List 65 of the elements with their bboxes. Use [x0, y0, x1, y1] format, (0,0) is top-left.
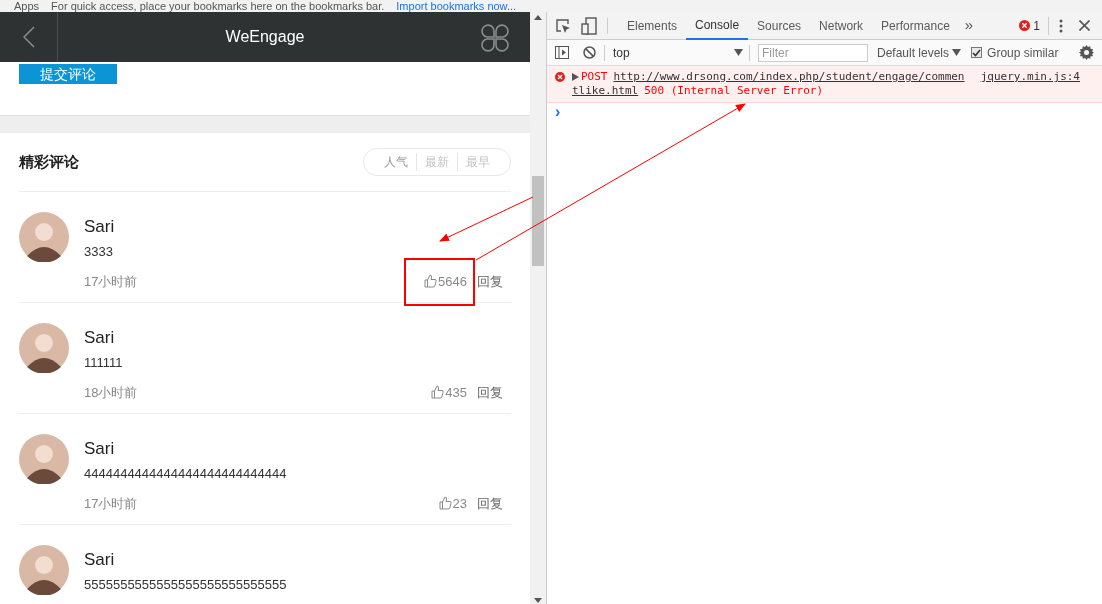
comment-author: Sari	[84, 216, 116, 238]
group-similar-checkbox[interactable]	[971, 47, 983, 58]
scrollbar[interactable]	[530, 12, 546, 604]
comment-text: 4444444444444444444444444444	[84, 465, 288, 483]
levels-dropdown[interactable]: Default levels	[877, 43, 962, 62]
section-title: 精彩评论	[19, 151, 79, 172]
reply-link[interactable]: 回复	[477, 493, 503, 513]
dropdown-caret-icon	[952, 49, 962, 56]
page-title: WeEngage	[225, 27, 305, 47]
comment-time: 17小时前	[84, 272, 139, 291]
close-icon[interactable]	[1079, 20, 1090, 31]
import-bookmarks-link[interactable]: Import bookmarks now...	[396, 0, 517, 12]
devtools-tab[interactable]: Performance	[872, 11, 959, 40]
reply-link[interactable]: 回复	[477, 271, 503, 291]
clear-console-icon[interactable]	[583, 46, 596, 59]
request-url-link[interactable]: http://www.drsong.com/index.php/student/engage/commen	[613, 70, 965, 84]
reply-link[interactable]: 回复	[477, 382, 503, 402]
comment-time: 17小时前	[84, 494, 139, 513]
devtools-tab[interactable]: Sources	[748, 11, 811, 40]
submit-comment-button[interactable]: 提交评论	[19, 64, 117, 84]
avatar	[19, 434, 69, 484]
scroll-down-icon[interactable]	[534, 598, 542, 603]
like-count: 23	[452, 494, 467, 513]
back-icon[interactable]	[22, 26, 35, 48]
thumbs-up-icon[interactable]	[424, 274, 438, 289]
inspect-icon[interactable]	[555, 17, 571, 34]
devtools-tab[interactable]: Network	[810, 11, 873, 40]
error-count[interactable]: 1	[1033, 16, 1040, 35]
apps-label[interactable]: Apps	[14, 0, 40, 12]
context-selector[interactable]: top	[613, 43, 749, 62]
comment-time: 18小时前	[84, 383, 139, 402]
comment-text: 3333	[84, 243, 114, 261]
more-tabs-button[interactable]: »	[958, 14, 980, 37]
avatar	[19, 323, 69, 373]
thumbs-up-icon[interactable]	[438, 496, 452, 511]
dropdown-caret-icon	[734, 49, 743, 56]
request-url-link[interactable]: tlike.html	[572, 84, 639, 98]
scrollbar-thumb[interactable]	[532, 176, 544, 266]
error-icon	[1019, 20, 1031, 31]
avatar	[19, 212, 69, 262]
comment-author: Sari	[84, 438, 116, 460]
comment-author: Sari	[84, 327, 116, 349]
source-link[interactable]: jquery.min.js:4	[980, 70, 1080, 84]
device-toolbar-icon[interactable]	[581, 16, 597, 35]
comment-text: 5555555555555555555555555555	[84, 576, 288, 594]
sidebar-toggle-icon[interactable]	[555, 46, 569, 59]
error-status: 500 (Internal Server Error)	[644, 84, 824, 98]
clover-icon[interactable]	[480, 24, 510, 52]
console-prompt[interactable]: ›	[555, 103, 561, 120]
thumbs-up-icon[interactable]	[431, 385, 445, 400]
comment-author: Sari	[84, 549, 116, 571]
devtools-tab[interactable]: Elements	[618, 11, 687, 40]
avatar	[19, 545, 69, 595]
like-count: 435	[445, 383, 467, 402]
scroll-up-icon[interactable]	[534, 15, 542, 20]
filter-field[interactable]: Filter	[758, 43, 868, 62]
settings-icon[interactable]	[1079, 45, 1094, 60]
like-count: 5646	[438, 272, 467, 291]
comment-text: 111111	[84, 354, 124, 372]
more-options-icon[interactable]	[1059, 18, 1063, 33]
expand-icon[interactable]	[572, 73, 579, 81]
bookmarks-hint: For quick access, place your bookmarks here on the bookmarks bar.	[51, 0, 385, 12]
error-icon	[555, 72, 565, 82]
request-method: POST	[581, 70, 608, 84]
group-similar-label: Group similar	[987, 44, 1059, 62]
